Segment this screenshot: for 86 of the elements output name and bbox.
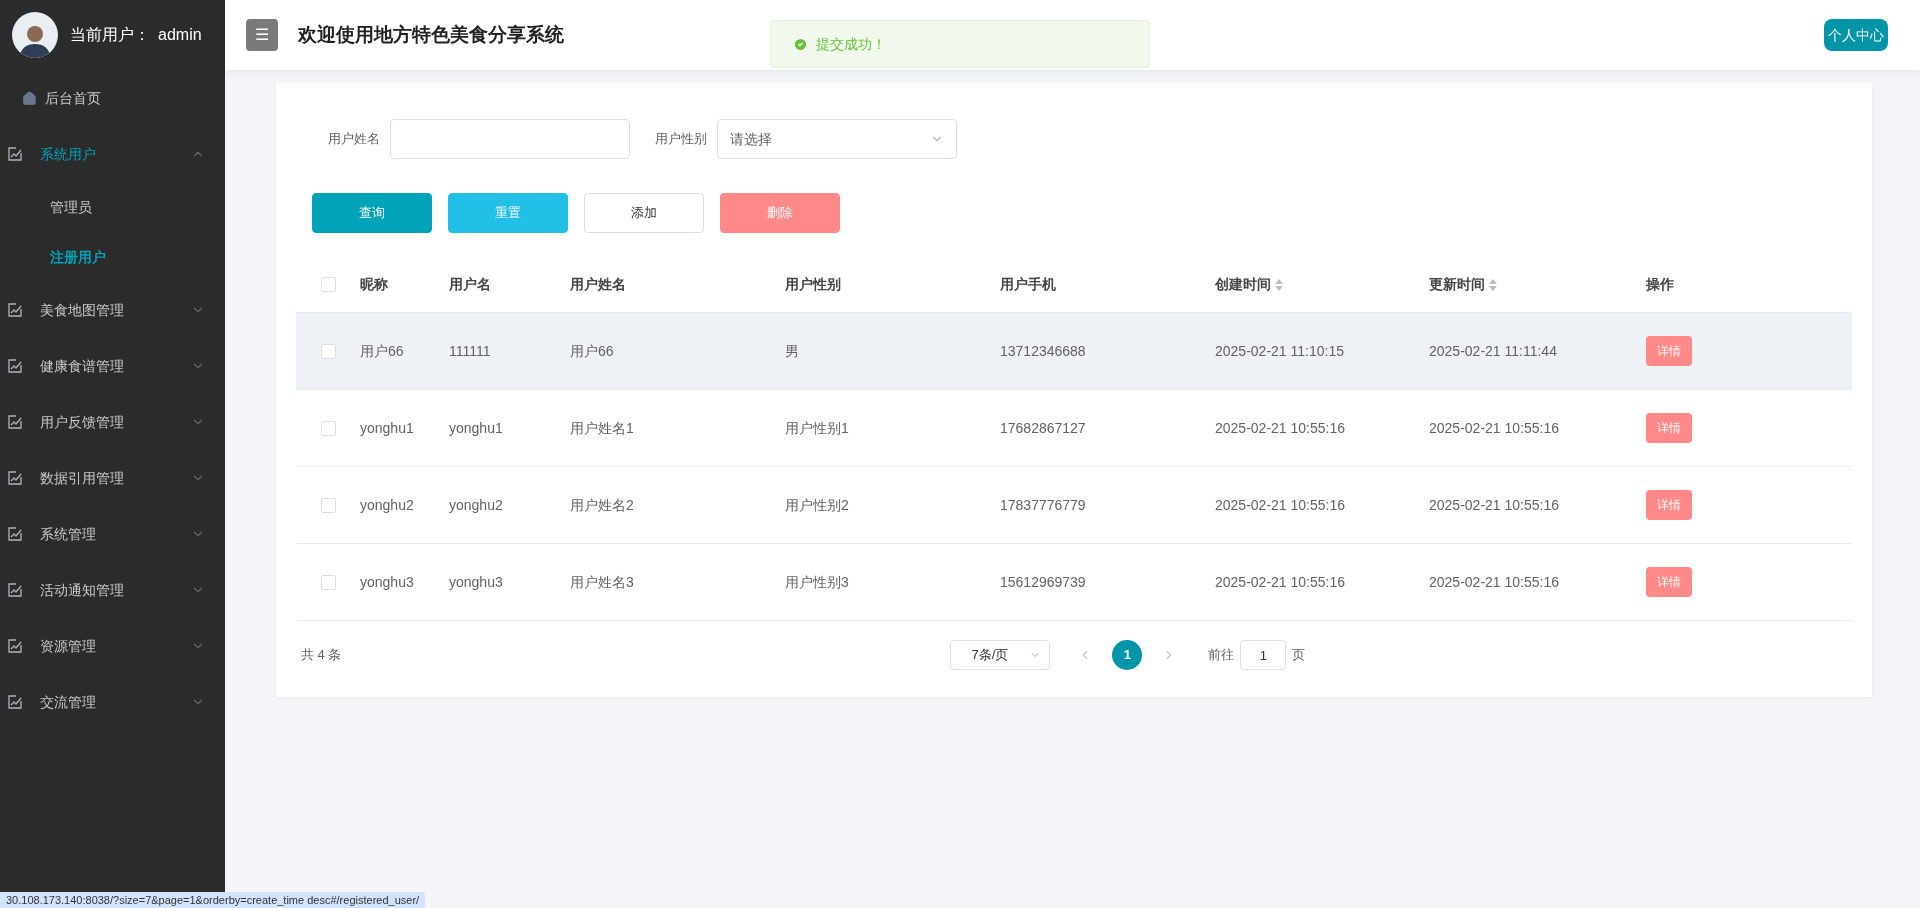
table-cell: 2025-02-21 11:11:44 <box>1429 342 1557 359</box>
table-cell: 男 <box>785 342 799 359</box>
goto-page-input[interactable]: 1 <box>1240 640 1287 670</box>
table-cell: 用户66 <box>360 342 404 359</box>
column-header[interactable]: 创建时间 <box>1215 274 1271 295</box>
success-icon <box>793 36 808 52</box>
page-number[interactable]: 1 <box>1112 640 1143 670</box>
page-title: 欢迎使用地方特色美食分享系统 <box>298 22 564 47</box>
profile-button[interactable]: 个人中心 <box>1824 19 1888 51</box>
table-cell: 13712346688 <box>1000 342 1086 359</box>
chart-edit-icon <box>7 358 23 374</box>
table-cell: 用户姓名1 <box>570 419 634 436</box>
table-cell: 2025-02-21 10:55:16 <box>1215 419 1345 436</box>
row-checkbox[interactable] <box>320 497 336 513</box>
menu-group[interactable]: 健康食谱管理 <box>0 338 225 394</box>
table-row[interactable]: 用户66 111111 用户66 男 13712346688 2025-02-21 11:10:15 2025-02-21 11:11:44 详情 <box>296 313 1852 390</box>
table-cell: 2025-02-21 11:10:15 <box>1215 342 1344 359</box>
table-cell: 111111 <box>449 342 491 359</box>
menu-item[interactable]: 后台首页 <box>0 70 225 126</box>
chart-edit-icon <box>7 582 23 598</box>
table-cell: yonghu2 <box>360 496 414 513</box>
table-cell: 用户性别2 <box>785 496 849 513</box>
table-cell: 2025-02-21 10:55:16 <box>1215 496 1345 513</box>
name-input[interactable] <box>390 119 630 159</box>
table-cell: 2025-02-21 10:55:16 <box>1215 573 1345 590</box>
column-header: 操作 <box>1646 275 1674 294</box>
home-icon <box>22 90 37 106</box>
menu-group[interactable]: 交流管理 <box>0 674 225 730</box>
table-cell: 用户66 <box>570 342 614 359</box>
menu-group[interactable]: 数据引用管理 <box>0 450 225 506</box>
column-header: 用户性别 <box>785 275 841 294</box>
menu-group[interactable]: 用户反馈管理 <box>0 394 225 450</box>
action-button[interactable]: 添加 <box>584 193 704 233</box>
row-checkbox[interactable] <box>320 420 336 436</box>
row-checkbox[interactable] <box>320 343 336 359</box>
menu-button[interactable]: ☰ <box>246 19 278 51</box>
table-cell: 15612969739 <box>1000 573 1086 590</box>
row-checkbox[interactable] <box>320 574 336 590</box>
sort-icon[interactable] <box>1275 278 1283 291</box>
chart-edit-icon <box>7 694 23 710</box>
current-user-label: 当前用户： <box>70 25 150 45</box>
table-cell: yonghu2 <box>449 496 503 513</box>
menu-group[interactable]: 资源管理 <box>0 618 225 674</box>
menu-group[interactable]: 系统用户 <box>0 126 225 182</box>
column-header: 用户手机 <box>1000 275 1056 294</box>
table-cell: 17837776779 <box>1000 496 1086 513</box>
column-header[interactable]: 更新时间 <box>1429 274 1485 295</box>
current-user-name: admin <box>158 25 202 45</box>
chart-edit-icon <box>7 470 23 486</box>
total-count: 共 4 条 <box>301 646 342 665</box>
table-cell: 用户姓名2 <box>570 496 634 513</box>
column-header: 用户名 <box>449 275 491 294</box>
table-cell: yonghu3 <box>360 573 414 590</box>
chart-edit-icon <box>7 146 23 162</box>
column-header: 昵称 <box>360 275 388 294</box>
avatar <box>12 12 58 58</box>
goto-label: 前往 <box>1208 646 1235 665</box>
table-cell: 2025-02-21 10:55:16 <box>1429 573 1559 590</box>
table-cell: yonghu3 <box>449 573 503 590</box>
filter-label: 用户姓名 <box>328 130 380 149</box>
column-header: 用户姓名 <box>570 275 626 294</box>
sort-icon[interactable] <box>1489 278 1497 291</box>
gender-select[interactable]: 请选择 <box>717 119 957 159</box>
select-all-checkbox[interactable] <box>320 277 336 292</box>
submenu-item[interactable]: 管理员 <box>0 182 225 232</box>
table-cell: yonghu1 <box>360 419 414 436</box>
chart-edit-icon <box>7 638 23 654</box>
table-cell: yonghu1 <box>449 419 503 436</box>
chart-edit-icon <box>7 526 23 542</box>
status-bar: 30.108.173.140:8038/?size=7&page=1&orderby=create_time desc#/registered_user/ <box>0 892 426 908</box>
submenu-item[interactable]: 注册用户 <box>0 232 225 282</box>
chart-edit-icon <box>7 414 23 430</box>
toast-message: 提交成功！ <box>816 34 886 54</box>
menu-group[interactable]: 活动通知管理 <box>0 562 225 618</box>
menu-group[interactable]: 系统管理 <box>0 506 225 562</box>
table-cell: 用户性别1 <box>785 419 849 436</box>
table-cell: 2025-02-21 10:55:16 <box>1429 496 1559 513</box>
goto-suffix: 页 <box>1292 646 1306 665</box>
table-cell: 用户姓名3 <box>570 573 634 590</box>
table-cell: 17682867127 <box>1000 419 1086 436</box>
menu-group[interactable]: 美食地图管理 <box>0 282 225 338</box>
page-size-select[interactable]: 7条/页 <box>950 640 1051 670</box>
table-cell: 用户性别3 <box>785 573 849 590</box>
table-cell: 2025-02-21 10:55:16 <box>1429 419 1559 436</box>
chart-edit-icon <box>7 302 23 318</box>
filter-label: 用户性别 <box>655 130 707 149</box>
